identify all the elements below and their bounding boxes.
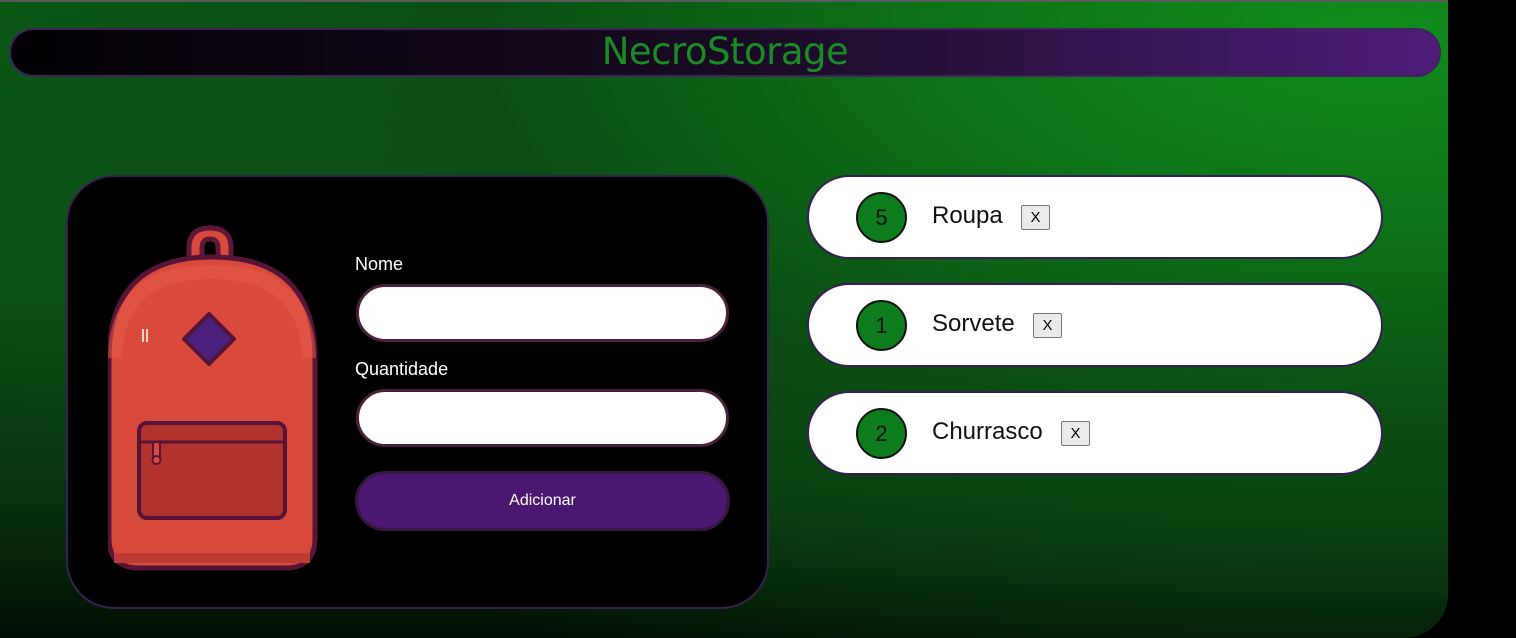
quantity-badge: 2 [856, 408, 907, 459]
add-button[interactable]: Adicionar [355, 471, 730, 531]
add-item-panel: Nome Quantidade Adicionar [66, 175, 769, 609]
quantity-input[interactable] [359, 392, 726, 444]
item-name: Roupa [932, 202, 1003, 229]
list-item: 1 Sorvete X [807, 283, 1383, 367]
quantity-badge: 5 [856, 192, 907, 243]
quantity-field [356, 389, 729, 447]
item-name: Sorvete [932, 310, 1015, 337]
quantity-label: Quantidade [355, 359, 449, 379]
list-item: 5 Roupa X [807, 175, 1383, 259]
list-item: 2 Churrasco X [807, 391, 1383, 475]
delete-item-button[interactable]: X [1021, 205, 1050, 230]
name-field [356, 284, 729, 342]
app-window: NecroStorage Nome Quantidade Adicionar 5… [0, 0, 1448, 638]
app-header: NecroStorage [9, 28, 1441, 77]
item-name: Churrasco [932, 418, 1043, 445]
backpack-icon [108, 225, 318, 571]
quantity-badge: 1 [856, 300, 907, 351]
delete-item-button[interactable]: X [1061, 421, 1090, 446]
name-label: Nome [355, 254, 404, 274]
name-input[interactable] [359, 287, 726, 339]
app-title: NecroStorage [601, 30, 849, 73]
delete-item-button[interactable]: X [1033, 313, 1062, 338]
